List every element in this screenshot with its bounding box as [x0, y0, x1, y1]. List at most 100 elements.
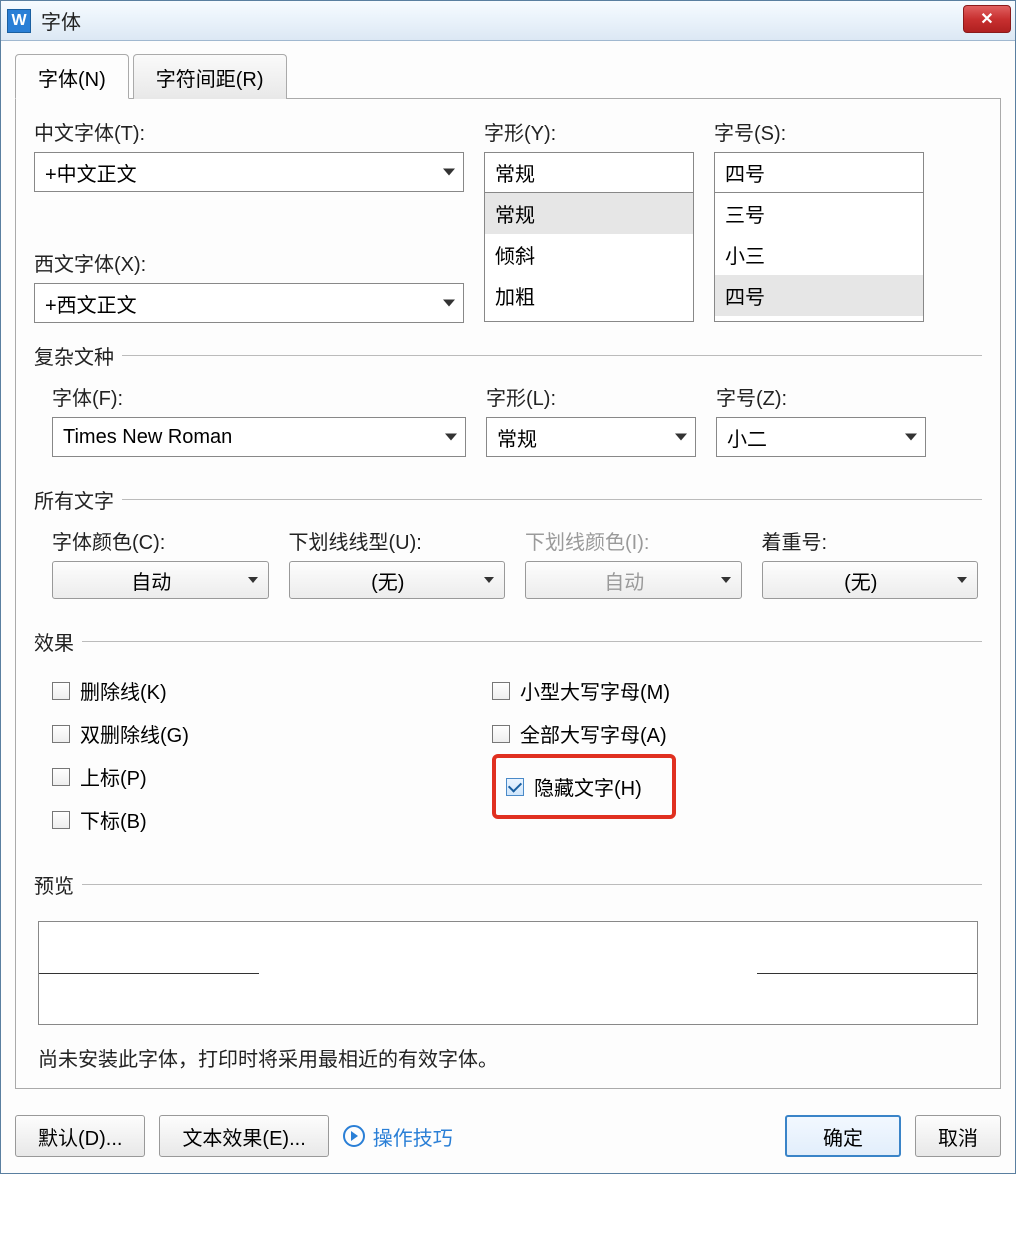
client-area: 字体(N) 字符间距(R) 中文字体(T): +中文正文 字形(Y): 常规	[1, 41, 1015, 1103]
emphasis-label: 着重号:	[762, 526, 979, 555]
sub-checkbox-row[interactable]: 下标(B)	[52, 805, 452, 834]
chevron-down-icon	[443, 169, 455, 176]
tabstrip: 字体(N) 字符间距(R)	[15, 53, 1001, 99]
dstrike-label: 双删除线(G)	[80, 719, 189, 748]
app-icon: W	[7, 9, 31, 33]
strike-checkbox-row[interactable]: 删除线(K)	[52, 676, 452, 705]
complex-size-value: 小二	[727, 423, 767, 452]
close-icon: ✕	[980, 9, 993, 29]
emphasis-combo[interactable]: (无)	[762, 561, 979, 599]
size-input[interactable]: 四号	[714, 152, 924, 192]
checkbox-icon[interactable]	[52, 811, 70, 829]
size-value: 四号	[725, 158, 765, 187]
tab-spacing[interactable]: 字符间距(R)	[133, 54, 287, 99]
underline-color-label: 下划线颜色(I):	[525, 526, 742, 555]
effects-group: 效果 删除线(K) 双删除线(G) 上标(P) 下标(B) 小型大写字母(M) …	[34, 627, 982, 852]
font-dialog-window: W 字体 ✕ 字体(N) 字符间距(R) 中文字体(T): +中文正文	[0, 0, 1016, 1174]
default-button-label: 默认(D)...	[38, 1122, 122, 1151]
complex-font-label: 字体(F):	[52, 382, 466, 411]
sub-label: 下标(B)	[80, 805, 147, 834]
help-link[interactable]: 操作技巧	[343, 1122, 453, 1151]
tab-spacing-label: 字符间距(R)	[156, 69, 264, 91]
all-text-group: 所有文字 字体颜色(C): 自动 下划线线型(U):	[34, 485, 982, 609]
western-font-combo[interactable]: +西文正文	[34, 283, 464, 323]
color-value: 自动	[131, 566, 171, 595]
hidden-label: 隐藏文字(H)	[534, 772, 642, 801]
help-link-label: 操作技巧	[373, 1122, 453, 1151]
checkbox-icon[interactable]	[52, 725, 70, 743]
complex-style-combo[interactable]: 常规	[486, 417, 696, 457]
list-item[interactable]: 四号	[715, 275, 923, 316]
color-label: 字体颜色(C):	[52, 526, 269, 555]
ok-button[interactable]: 确定	[785, 1115, 901, 1157]
hidden-highlight: 隐藏文字(H)	[492, 754, 676, 819]
close-button[interactable]: ✕	[963, 5, 1011, 33]
strike-label: 删除线(K)	[80, 676, 167, 705]
chevron-down-icon	[443, 300, 455, 307]
tab-font-label: 字体(N)	[38, 69, 106, 91]
complex-legend: 复杂文种	[34, 341, 122, 370]
complex-size-label: 字号(Z):	[716, 382, 926, 411]
list-item[interactable]: 常规	[485, 193, 693, 234]
play-circle-icon	[343, 1125, 365, 1147]
text-effect-button-label: 文本效果(E)...	[182, 1122, 305, 1151]
chevron-down-icon	[905, 434, 917, 441]
style-listbox[interactable]: 常规 倾斜 加粗	[484, 192, 694, 322]
list-item[interactable]: 倾斜	[485, 234, 693, 275]
allcaps-checkbox-row[interactable]: 全部大写字母(A)	[492, 719, 978, 748]
complex-style-value: 常规	[497, 423, 537, 452]
size-listbox[interactable]: 三号 小三 四号	[714, 192, 924, 322]
ok-button-label: 确定	[823, 1122, 863, 1151]
list-item[interactable]: 三号	[715, 193, 923, 234]
size-label: 字号(S):	[714, 117, 924, 146]
complex-font-value: Times New Roman	[63, 426, 232, 449]
chevron-down-icon	[957, 577, 967, 583]
cn-font-combo[interactable]: +中文正文	[34, 152, 464, 192]
chevron-down-icon	[484, 577, 494, 583]
chevron-down-icon	[721, 577, 731, 583]
complex-font-combo[interactable]: Times New Roman	[52, 417, 466, 457]
western-font-label: 西文字体(X):	[34, 248, 464, 277]
complex-size-combo[interactable]: 小二	[716, 417, 926, 457]
text-effect-button[interactable]: 文本效果(E)...	[159, 1115, 328, 1157]
effects-legend: 效果	[34, 627, 82, 656]
sup-checkbox-row[interactable]: 上标(P)	[52, 762, 452, 791]
chevron-down-icon	[248, 577, 258, 583]
list-item[interactable]: 加粗	[485, 275, 693, 316]
bottombar: 默认(D)... 文本效果(E)... 操作技巧 确定 取消	[1, 1103, 1015, 1173]
checkbox-icon[interactable]	[492, 682, 510, 700]
emphasis-value: (无)	[844, 566, 877, 595]
underline-label: 下划线线型(U):	[289, 526, 506, 555]
preview-legend: 预览	[34, 870, 82, 899]
chevron-down-icon	[445, 434, 457, 441]
default-button[interactable]: 默认(D)...	[15, 1115, 145, 1157]
checkbox-icon[interactable]	[52, 682, 70, 700]
allcaps-label: 全部大写字母(A)	[520, 719, 667, 748]
complex-style-label: 字形(L):	[486, 382, 696, 411]
sup-label: 上标(P)	[80, 762, 147, 791]
cancel-button-label: 取消	[938, 1122, 978, 1151]
underline-color-value: 自动	[604, 566, 644, 595]
preview-box	[38, 921, 978, 1025]
checkbox-icon[interactable]	[492, 725, 510, 743]
style-value: 常规	[495, 158, 535, 187]
footnote-text: 尚未安装此字体，打印时将采用最相近的有效字体。	[38, 1043, 978, 1072]
smallcaps-checkbox-row[interactable]: 小型大写字母(M)	[492, 676, 978, 705]
cn-font-value: +中文正文	[45, 158, 137, 187]
cancel-button[interactable]: 取消	[915, 1115, 1001, 1157]
checkbox-icon[interactable]	[52, 768, 70, 786]
window-title: 字体	[41, 6, 81, 35]
hidden-checkbox-row[interactable]: 隐藏文字(H)	[506, 772, 642, 801]
tabpage-font: 中文字体(T): +中文正文 字形(Y): 常规 常规 倾斜 加粗	[15, 99, 1001, 1089]
titlebar: W 字体 ✕	[1, 1, 1015, 41]
style-input[interactable]: 常规	[484, 152, 694, 192]
underline-color-combo: 自动	[525, 561, 742, 599]
color-combo[interactable]: 自动	[52, 561, 269, 599]
checkbox-icon[interactable]	[506, 778, 524, 796]
list-item[interactable]: 小三	[715, 234, 923, 275]
underline-combo[interactable]: (无)	[289, 561, 506, 599]
dstrike-checkbox-row[interactable]: 双删除线(G)	[52, 719, 452, 748]
tab-font[interactable]: 字体(N)	[15, 54, 129, 99]
underline-value: (无)	[371, 566, 404, 595]
all-text-legend: 所有文字	[34, 485, 122, 514]
